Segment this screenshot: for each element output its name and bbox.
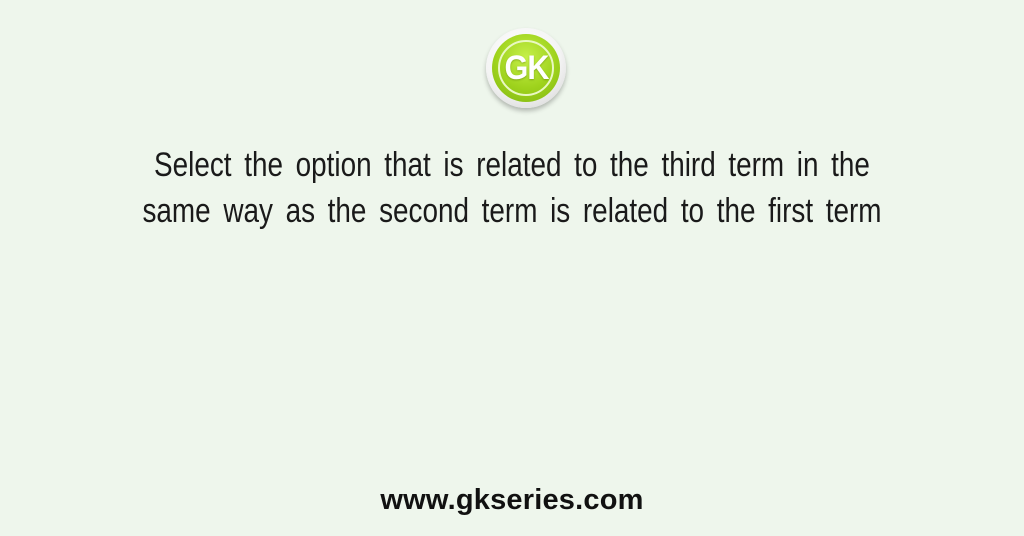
question-line-2: same way as the second term is related t… xyxy=(142,192,882,230)
question-text: Select the option that is related to the… xyxy=(0,142,1024,234)
page: { "logo": { "text": "GK", "icon": "gk-lo… xyxy=(0,0,1024,536)
website-url: www.gkseries.com xyxy=(380,484,644,516)
gk-logo-icon: GK xyxy=(486,28,566,108)
logo-inner-ring: GK xyxy=(498,40,554,96)
logo-green-disc: GK xyxy=(492,34,560,102)
logo-text: GK xyxy=(503,49,549,87)
question-line-1: Select the option that is related to the… xyxy=(154,146,870,184)
